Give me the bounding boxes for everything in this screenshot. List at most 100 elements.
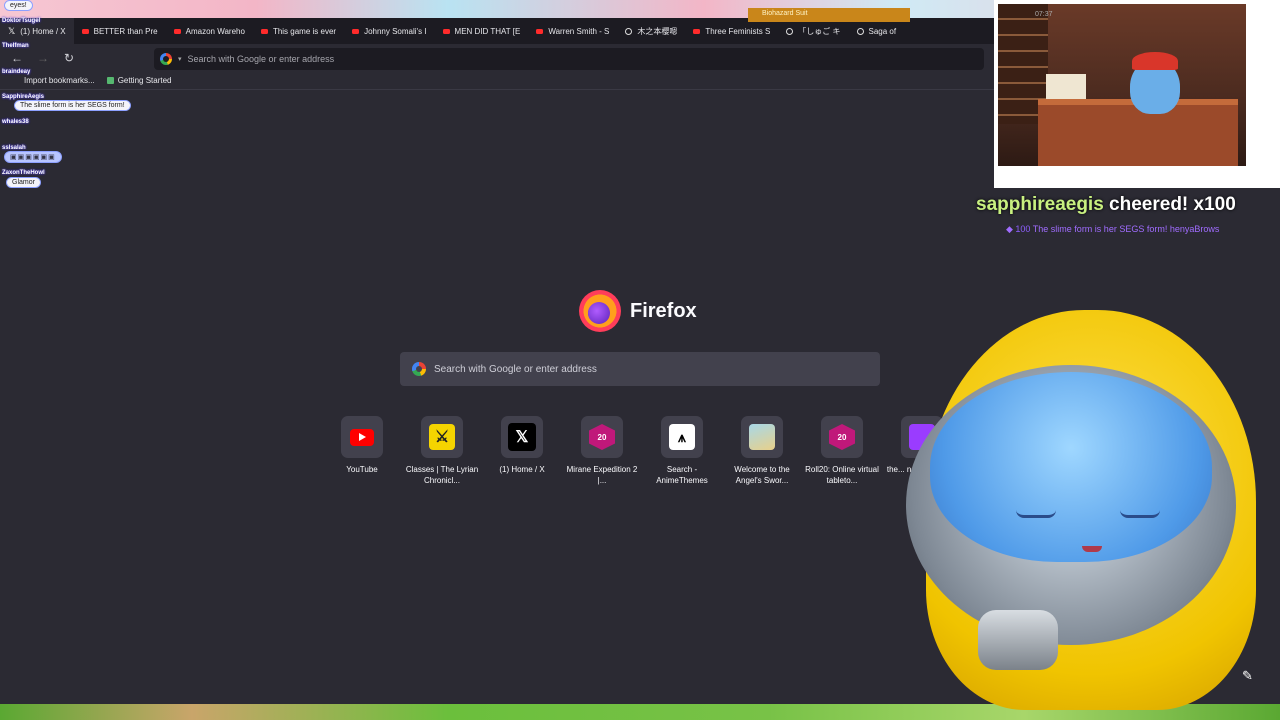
chat-bubble: ▣▣▣▣▣▣ xyxy=(4,151,62,163)
tile-icon-box xyxy=(741,416,783,458)
cheer-message: ◆ 100 The slime form is her SEGS form! h… xyxy=(1006,224,1220,234)
chat-user: TheIfman xyxy=(2,43,29,49)
ring-icon xyxy=(786,27,794,35)
newtab-search-input[interactable] xyxy=(434,363,854,375)
cheer-alert: sapphireaegis cheered! x100 xyxy=(976,194,1236,216)
tile-label: (1) Home / X xyxy=(499,465,545,474)
chat-bubble: Glamor xyxy=(6,177,41,188)
bookmarks-bar: Import bookmarks... Getting Started xyxy=(0,72,994,90)
forward-button[interactable]: → xyxy=(32,47,54,69)
tile-icon-box: 20 xyxy=(821,416,863,458)
tile-icon-box: ⩚ xyxy=(661,416,703,458)
nav-bar: ← → ↻ ▾ xyxy=(0,44,994,72)
tile-label: Roll20: Online virtual tableto... xyxy=(805,465,879,485)
tile-icon-box: ⚔ xyxy=(421,416,463,458)
youtube-icon xyxy=(693,28,701,34)
stream-side-names: Roberta at how efang0 m Hunter dy ern666… xyxy=(1245,0,1280,188)
chat-user: ZaxonTheHowl xyxy=(2,170,45,176)
tab-youtube-2[interactable]: Amazon Wareho xyxy=(166,18,253,44)
x-icon: 𝕏 xyxy=(8,25,16,36)
youtube-icon xyxy=(81,28,89,34)
firefox-brand: Firefox xyxy=(579,290,697,332)
tab-web-1[interactable]: 木之本櫻嗯 xyxy=(617,18,685,44)
top-site-tile[interactable]: ⩚ Search - AnimeThemes xyxy=(642,416,722,486)
tab-youtube-3[interactable]: This game is ever xyxy=(253,18,344,44)
side-name: at xyxy=(1253,26,1259,32)
tile-icon-box: 20 xyxy=(581,416,623,458)
side-name: Roche xyxy=(1249,161,1267,167)
stream-clock: 07:37 xyxy=(1035,11,1053,18)
tile-label: Search - AnimeThemes xyxy=(656,465,708,485)
cheer-user: sapphireaegis xyxy=(976,194,1104,215)
pencil-icon[interactable]: ✎ xyxy=(1242,668,1258,684)
side-name: Hunter xyxy=(1249,94,1268,100)
side-name: ern666 xyxy=(1247,133,1266,139)
d20-icon: 20 xyxy=(829,424,855,450)
biohazard-label: Biohazard Suit xyxy=(748,8,910,22)
tile-label: Welcome to the Angel's Swor... xyxy=(734,465,790,485)
angel-icon xyxy=(749,424,775,450)
chat-user: whales38 xyxy=(2,119,29,125)
chat-user: braindeay xyxy=(2,69,31,75)
bookmark-getting-started[interactable]: Getting Started xyxy=(101,76,178,85)
x-icon: 𝕏 xyxy=(508,423,536,451)
bookmark-icon xyxy=(106,77,114,84)
youtube-icon xyxy=(352,28,360,34)
left-eye xyxy=(1016,510,1056,518)
top-site-tile[interactable]: 20 Roll20: Online virtual tableto... xyxy=(802,416,882,486)
chat-username: ZaxonTheHowl xyxy=(2,169,45,176)
tile-label: Classes | The Lyrian Chronicl... xyxy=(405,465,479,485)
chevron-down-icon[interactable]: ▾ xyxy=(178,55,182,63)
chat-username: braindeay xyxy=(2,68,30,75)
stream-camera-box xyxy=(994,0,1280,188)
helmet-valve xyxy=(978,610,1058,670)
tab-youtube-4[interactable]: Johnny Somali's I xyxy=(344,18,434,44)
youtube-icon xyxy=(442,28,450,34)
side-name: how xyxy=(1253,36,1265,42)
vtuber-avatar xyxy=(906,310,1280,710)
side-name: efang0 xyxy=(1249,62,1268,68)
red-hat xyxy=(1132,52,1178,70)
animethemes-icon: ⩚ xyxy=(669,424,695,450)
chat-username: DoktorTsugel xyxy=(2,17,40,24)
chat-message: eyes! xyxy=(4,0,33,11)
chat-message: The slime form is her SEGS form! xyxy=(14,100,131,111)
youtube-icon xyxy=(350,428,374,446)
d20-icon: 20 xyxy=(589,424,615,450)
url-bar[interactable]: ▾ xyxy=(154,48,984,70)
side-name: dy xyxy=(1251,103,1258,109)
top-site-tile[interactable]: 𝕏 (1) Home / X xyxy=(482,416,562,486)
chat-message: ▣▣▣▣▣▣ xyxy=(4,151,62,163)
top-site-tile[interactable]: ⚔ Classes | The Lyrian Chronicl... xyxy=(402,416,482,486)
chat-bubble: The slime form is her SEGS form! xyxy=(14,100,131,111)
cheer-amount: 100 xyxy=(1015,224,1031,234)
chat-username: whales38 xyxy=(2,118,29,125)
tab-youtube-5[interactable]: MEN DID THAT [E xyxy=(435,18,529,44)
top-site-tile[interactable]: YouTube xyxy=(322,416,402,486)
ring-icon xyxy=(625,27,633,35)
chat-user: DoktorTsugel xyxy=(2,18,41,24)
tile-label: Mirane Expedition 2 |... xyxy=(566,465,638,485)
classes-icon: ⚔ xyxy=(429,424,455,450)
tile-label: YouTube xyxy=(346,465,378,474)
tile-icon-box xyxy=(341,416,383,458)
url-input[interactable] xyxy=(187,54,888,64)
tile-icon-box: 𝕏 xyxy=(501,416,543,458)
tab-youtube-1[interactable]: BETTER than Pre xyxy=(74,18,166,44)
side-name: Roberta xyxy=(1247,5,1269,11)
top-sites: YouTube ⚔ Classes | The Lyrian Chronicl.… xyxy=(322,416,962,486)
reload-icon[interactable]: ↻ xyxy=(58,47,80,69)
back-button[interactable]: ← xyxy=(6,47,28,69)
mouth xyxy=(1082,546,1102,552)
chat-bubble: eyes! xyxy=(4,0,33,11)
chat-username: sslsalah xyxy=(2,144,26,151)
firefox-logo-icon xyxy=(579,290,621,332)
side-name: m xyxy=(1247,72,1252,78)
top-site-tile[interactable]: Welcome to the Angel's Swor... xyxy=(722,416,802,486)
chat-message: Glamor xyxy=(6,177,41,188)
top-site-tile[interactable]: 20 Mirane Expedition 2 |... xyxy=(562,416,642,486)
tab-youtube-6[interactable]: Warren Smith - S xyxy=(528,18,617,44)
bookmark-import[interactable]: Import bookmarks... xyxy=(18,76,101,85)
newtab-search[interactable] xyxy=(400,352,880,386)
youtube-icon xyxy=(536,28,544,34)
